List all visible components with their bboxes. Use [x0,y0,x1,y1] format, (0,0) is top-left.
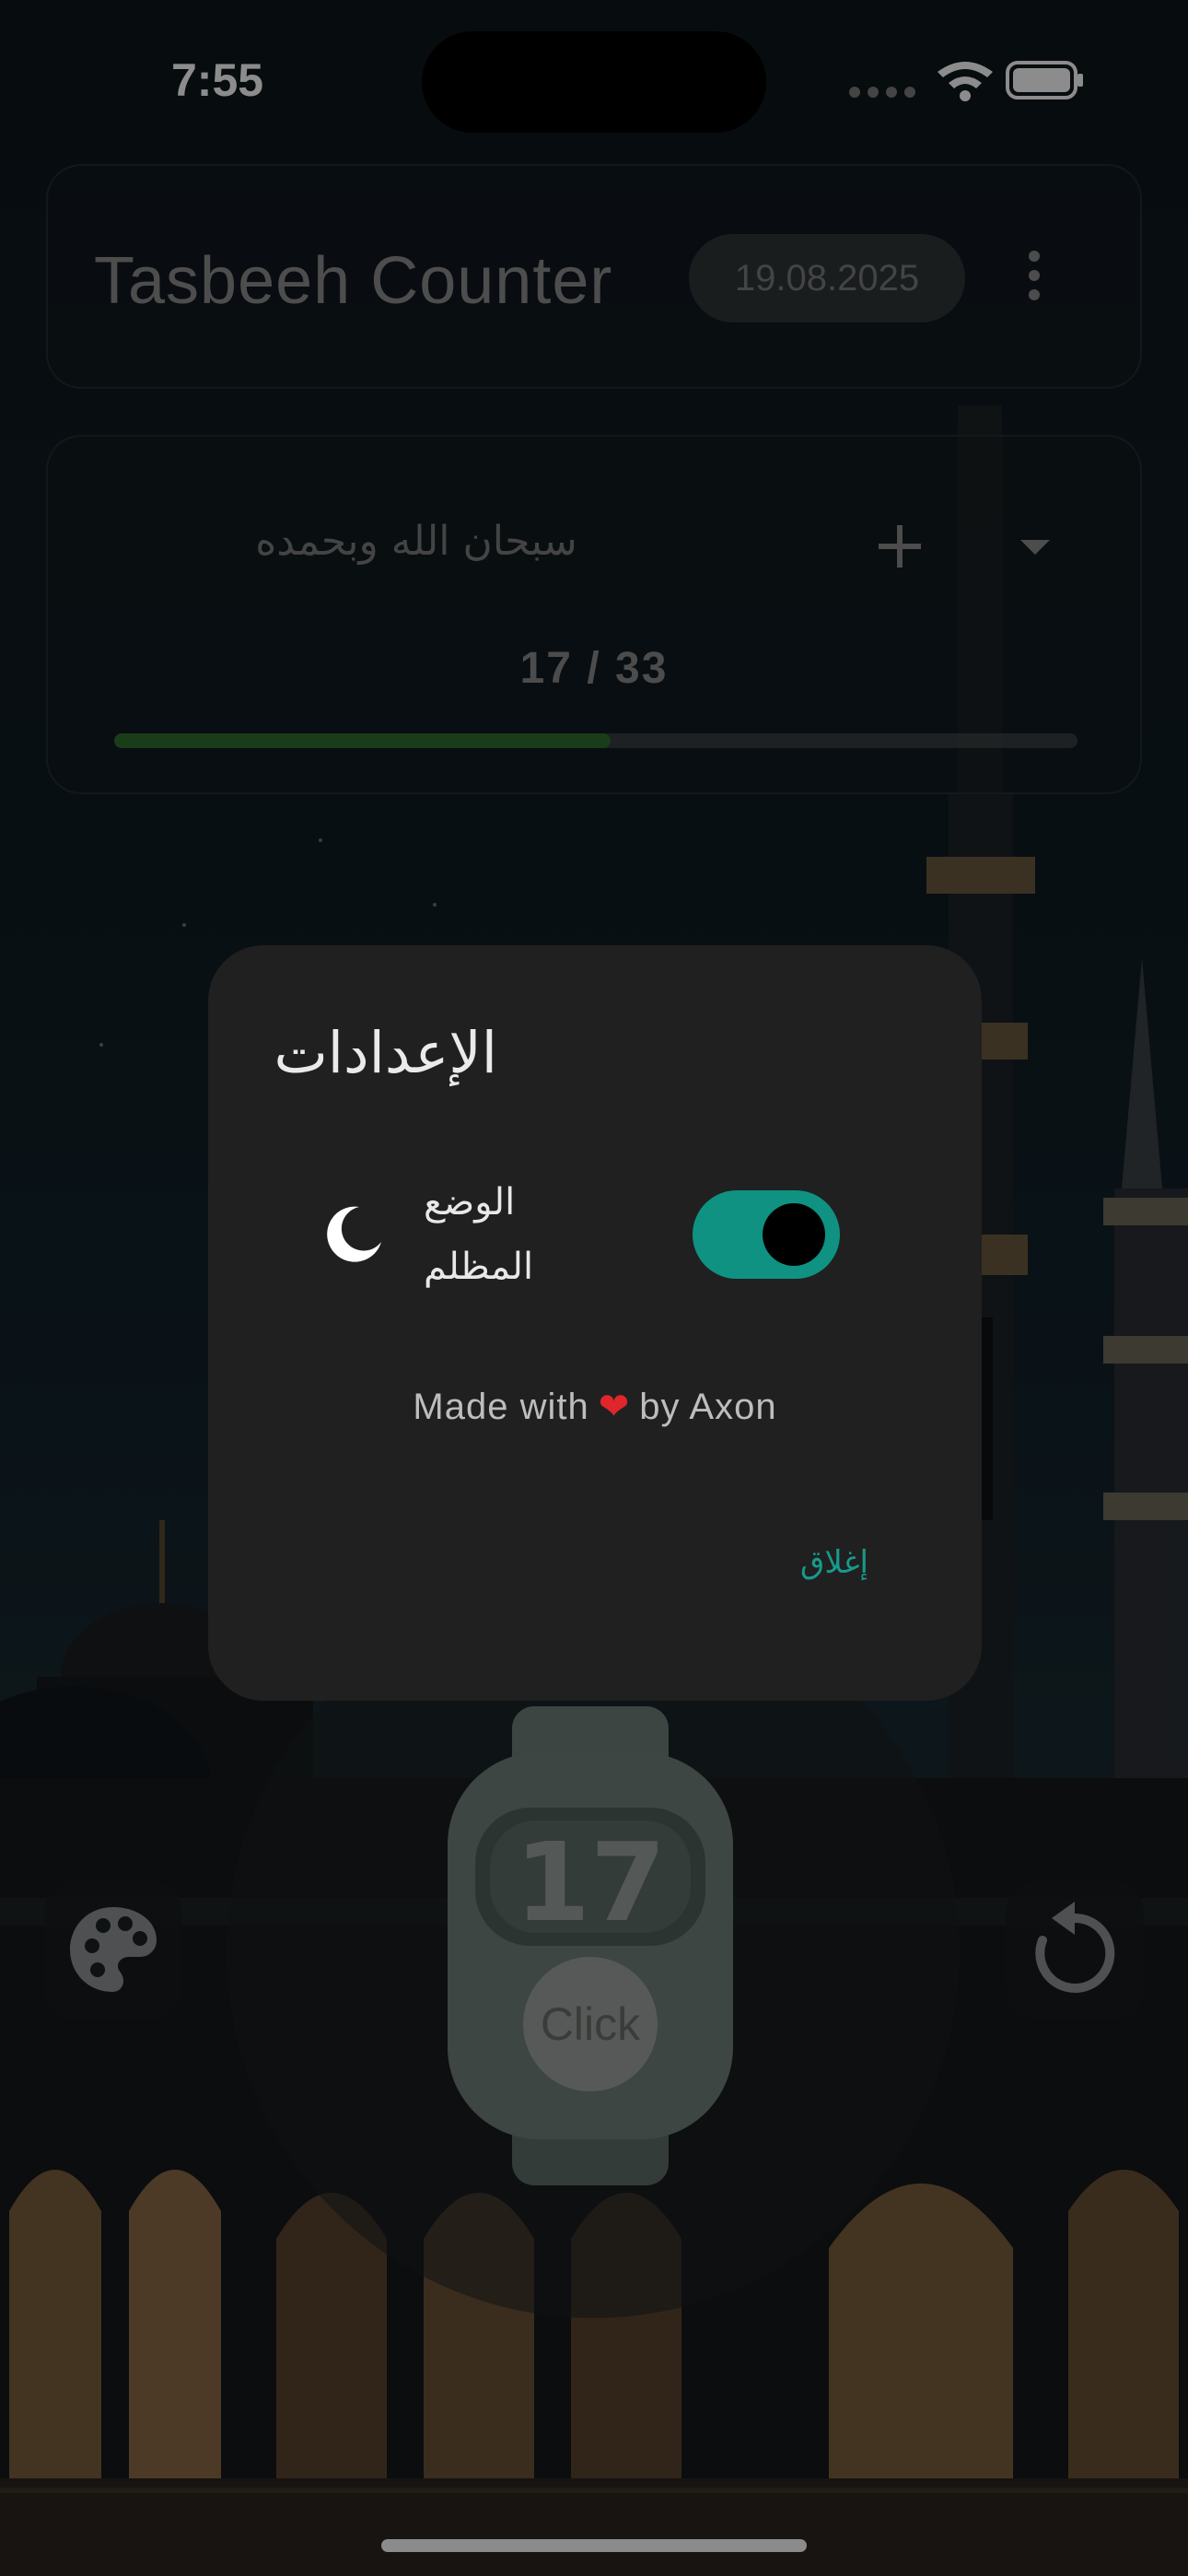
dark-mode-toggle[interactable] [693,1190,840,1279]
dialog-title: الإعدادات [274,1019,497,1086]
heart-icon: ❤ [598,1387,631,1427]
credit-prefix: Made with [413,1387,589,1427]
close-button[interactable]: إغلاق [788,1544,880,1581]
credit-suffix: by Axon [639,1387,777,1427]
settings-dialog: الإعدادات الوضع المظلم Made with ❤ by Axon… [208,945,982,1701]
toggle-knob [763,1203,825,1266]
credit-line: Made with ❤ by Axon [208,1386,982,1428]
home-indicator[interactable] [381,2539,807,2552]
dark-mode-label: الوضع المظلم [424,1181,534,1288]
moon-icon [327,1206,381,1262]
